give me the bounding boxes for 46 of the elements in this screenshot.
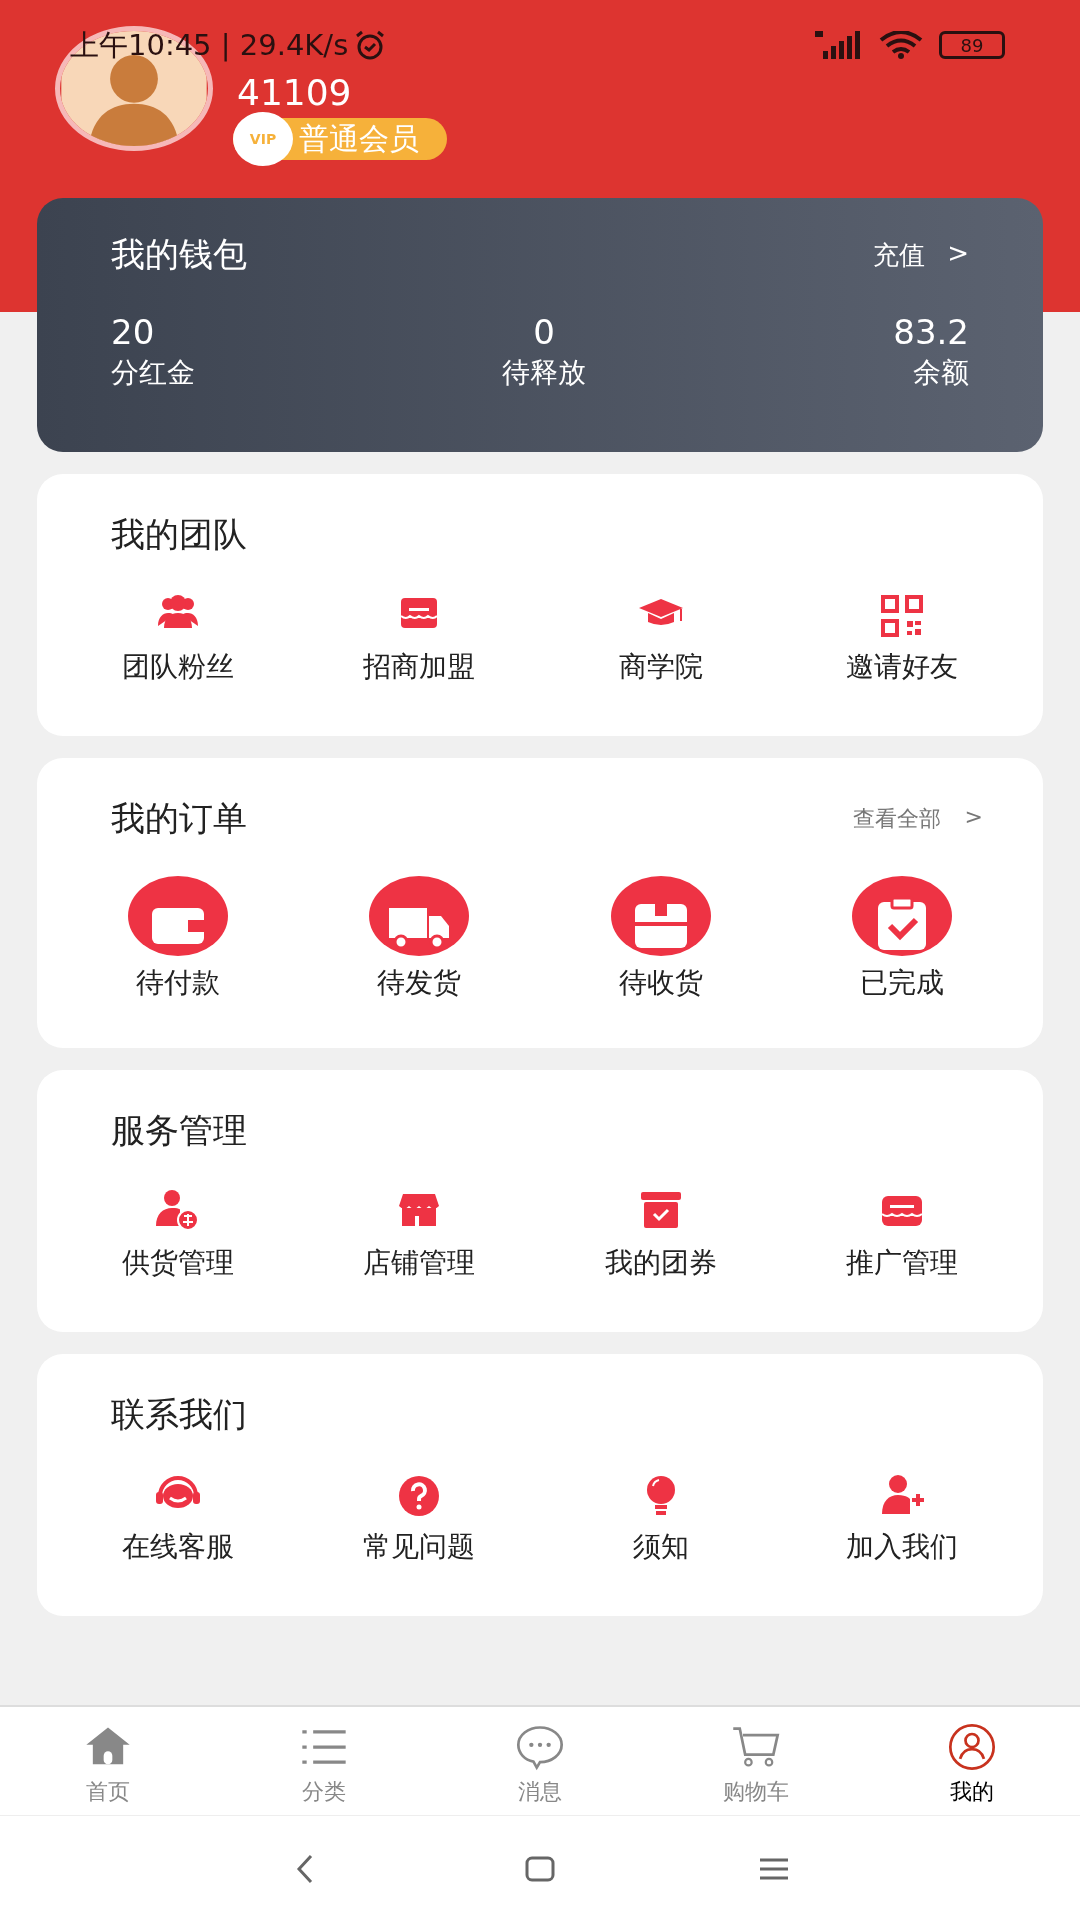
section-title: 我的订单 <box>111 797 247 840</box>
stat-value: 83.2 <box>893 312 969 352</box>
menu-item-label[interactable]: 已完成 <box>860 964 945 1002</box>
nav-tab[interactable]: 分类 <box>216 1707 432 1817</box>
menu-item-label[interactable]: 推广管理 <box>846 1244 959 1282</box>
stat-label: 余额 <box>913 355 969 391</box>
section-title: 服务管理 <box>111 1109 247 1152</box>
nav-tab[interactable]: 购物车 <box>648 1707 864 1817</box>
view-all-link[interactable]: 查看全部 > <box>852 804 983 834</box>
menu-item-label[interactable]: 商学院 <box>618 648 703 686</box>
stat-value: 20 <box>111 312 155 352</box>
menu-item-label[interactable]: 常见问题 <box>363 1528 476 1566</box>
wallet-icon <box>127 876 228 956</box>
clipboard-check-icon <box>852 876 953 956</box>
package-icon <box>610 876 711 956</box>
stat-value: 0 <box>533 312 555 352</box>
battery-icon: 89 <box>939 31 1005 59</box>
menu-item-label[interactable]: 待发货 <box>377 964 462 1002</box>
menu-item-label[interactable]: 招商加盟 <box>363 648 476 686</box>
menu-item-label[interactable]: 加入我们 <box>846 1528 959 1566</box>
member-level: 普通会员 <box>299 119 419 158</box>
menu-item-label[interactable]: 须知 <box>632 1528 689 1566</box>
menu-item-label[interactable]: 待收货 <box>618 964 703 1002</box>
user-id: 41109 <box>237 72 353 114</box>
truck-icon <box>369 876 470 956</box>
vip-icon: VIP <box>233 112 293 166</box>
menu-item-label[interactable]: 在线客服 <box>121 1528 234 1566</box>
recharge-link[interactable]: 充值 > <box>873 237 969 273</box>
signal-icon <box>815 31 861 59</box>
menu-item-label[interactable]: 我的团券 <box>604 1244 717 1282</box>
stat-label: 待释放 <box>502 355 587 391</box>
wifi-icon <box>879 31 923 59</box>
section-title: 我的团队 <box>111 513 247 556</box>
menu-item-label[interactable]: 邀请好友 <box>846 648 959 686</box>
profile-icon <box>946 1721 998 1773</box>
section-title: 联系我们 <box>111 1393 247 1436</box>
nav-tab[interactable]: 消息 <box>432 1707 648 1817</box>
menu-item-label[interactable]: 店铺管理 <box>363 1244 476 1282</box>
menu-item-label[interactable]: 供货管理 <box>121 1244 234 1282</box>
nav-tab[interactable]: 我的 <box>864 1707 1080 1817</box>
menu-item-label[interactable]: 待付款 <box>135 964 220 1002</box>
alarm-icon <box>354 30 387 60</box>
avatar[interactable] <box>55 26 213 151</box>
wallet-title: 我的钱包 <box>111 233 247 276</box>
menu-item-label[interactable]: 团队粉丝 <box>121 648 234 686</box>
stat-label: 分红金 <box>111 355 195 391</box>
